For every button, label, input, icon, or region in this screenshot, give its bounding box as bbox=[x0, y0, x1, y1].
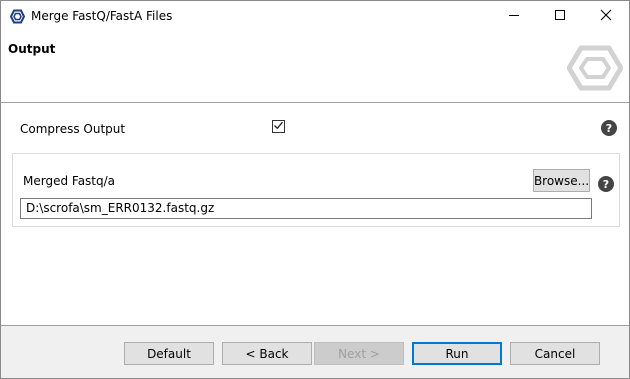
close-button[interactable] bbox=[583, 1, 629, 32]
help-glyph: ? bbox=[602, 177, 610, 191]
title-bar[interactable]: Merge FastQ/FastA Files bbox=[1, 1, 629, 32]
page-title: Output bbox=[8, 42, 56, 56]
default-button[interactable]: Default bbox=[124, 342, 214, 365]
hexagon-app-icon bbox=[9, 9, 26, 24]
close-icon bbox=[600, 9, 612, 24]
run-button[interactable]: Run bbox=[412, 342, 502, 365]
help-icon[interactable]: ? bbox=[601, 120, 617, 136]
browse-button[interactable]: Browse... bbox=[533, 169, 590, 192]
merged-fastq-label: Merged Fastq/a bbox=[23, 174, 116, 188]
compress-output-label: Compress Output bbox=[20, 122, 126, 136]
maximize-button[interactable] bbox=[537, 1, 583, 32]
minimize-icon bbox=[508, 9, 520, 24]
help-icon[interactable]: ? bbox=[598, 176, 614, 192]
merged-file-path-input[interactable]: D:\scrofa\sm_ERR0132.fastq.gz bbox=[20, 198, 592, 219]
cancel-button[interactable]: Cancel bbox=[510, 342, 600, 365]
hexagon-logo-icon bbox=[566, 44, 624, 92]
window-title: Merge FastQ/FastA Files bbox=[31, 9, 173, 23]
compress-output-checkbox[interactable] bbox=[272, 120, 285, 133]
check-icon bbox=[273, 120, 284, 134]
header-divider bbox=[1, 102, 629, 103]
help-glyph: ? bbox=[605, 121, 613, 135]
wizard-header: Output bbox=[1, 32, 629, 102]
back-button[interactable]: < Back bbox=[222, 342, 312, 365]
next-button: Next > bbox=[314, 342, 404, 365]
maximize-icon bbox=[554, 9, 566, 24]
minimize-button[interactable] bbox=[491, 1, 537, 32]
merge-files-window: Merge FastQ/FastA Files Output Compress … bbox=[0, 0, 630, 379]
